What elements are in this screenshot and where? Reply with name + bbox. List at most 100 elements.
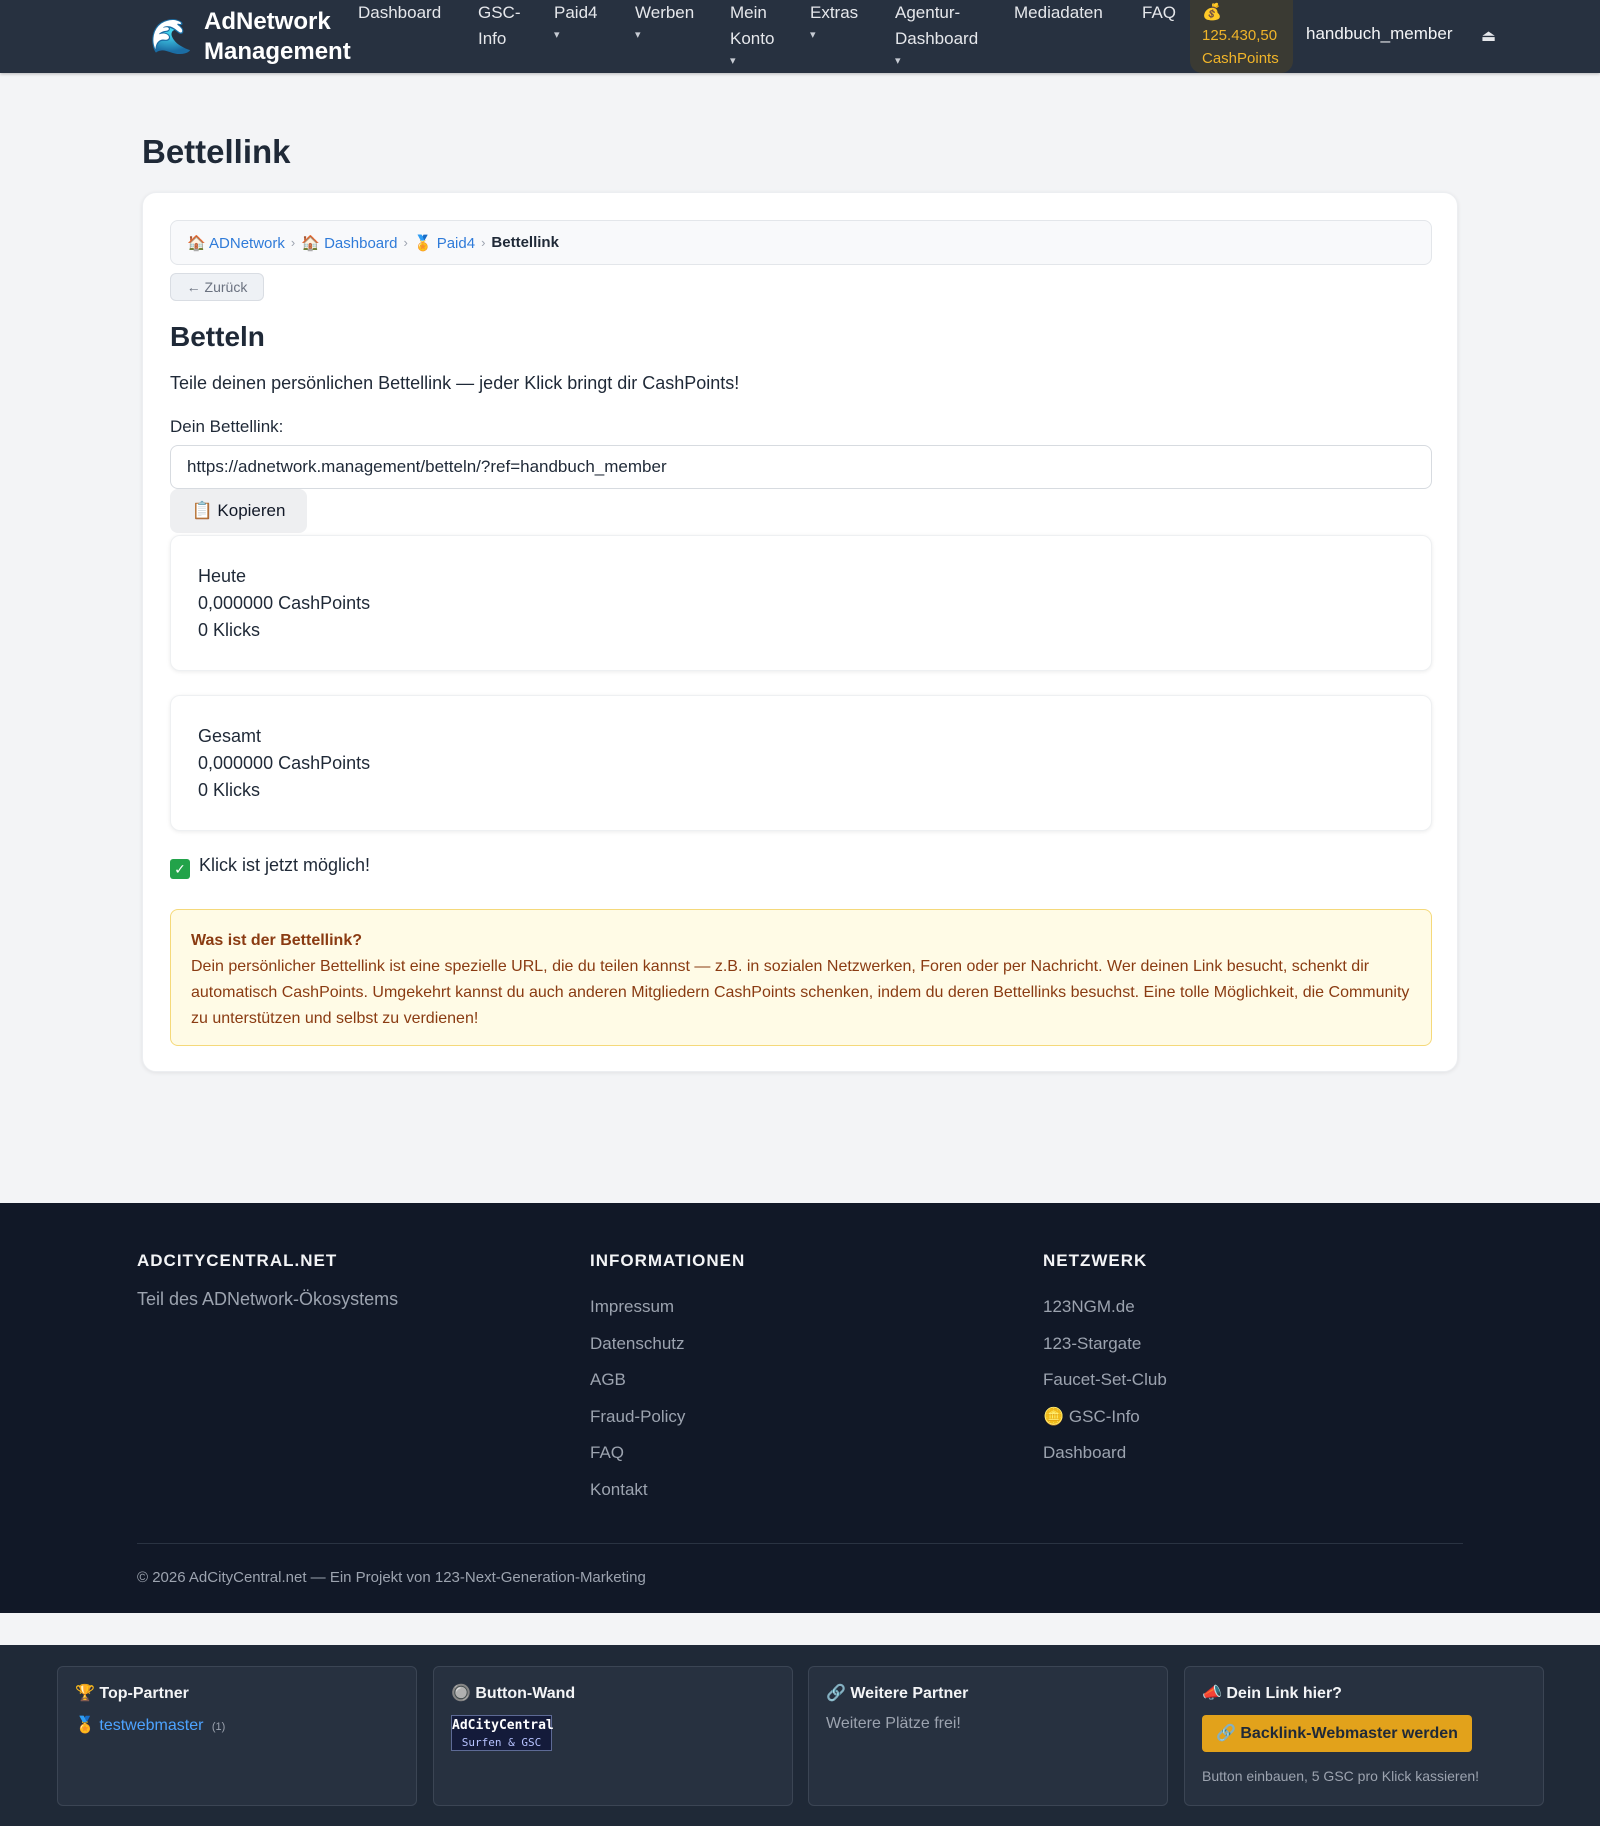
money-bag-icon: 💰 xyxy=(1202,4,1222,21)
nav-label: Agentur- xyxy=(895,3,961,22)
nav-label-line2: Konto xyxy=(730,29,775,48)
brand-logo[interactable]: 🌊 AdNetwork Management xyxy=(150,6,364,68)
stats-label: Gesamt xyxy=(198,726,262,746)
footer-divider xyxy=(137,1543,1463,1544)
logout-icon[interactable]: ⏏ xyxy=(1481,26,1496,46)
nav-gsc-info[interactable]: GSC- Info xyxy=(478,0,521,52)
medal-icon: 🏅 xyxy=(413,234,433,252)
breadcrumb-current: Bettellink xyxy=(491,234,559,251)
partner-bar: 🏆 Top-Partner 🏅 testwebmaster (1) 🔘 Butt… xyxy=(0,1645,1600,1826)
stats-clicks: 0 Klicks xyxy=(198,780,261,800)
chevron-down-icon: ▾ xyxy=(895,55,901,67)
nav-mein-konto[interactable]: Mein Konto ▾ xyxy=(730,0,774,68)
info-text: Dein persönlicher Bettellink ist eine sp… xyxy=(191,958,1410,1027)
cashpoints-balance[interactable]: 💰 125.430,50 CashPoints xyxy=(1190,0,1293,73)
your-link-card: 📣 Dein Link hier? 🔗 Backlink-Webmaster w… xyxy=(1184,1666,1544,1806)
user-menu[interactable]: handbuch_member xyxy=(1306,24,1452,44)
page-title: Bettellink xyxy=(142,133,291,170)
breadcrumb-separator: › xyxy=(403,235,408,250)
nav-label: FAQ xyxy=(1142,3,1177,22)
more-partners-card: 🔗 Weitere Partner Weitere Plätze frei! xyxy=(808,1666,1168,1806)
footer-link-faq[interactable]: FAQ xyxy=(590,1435,745,1472)
breadcrumb-paid4[interactable]: 🏅 Paid4 xyxy=(414,234,475,252)
footer-link-gsc-info[interactable]: 🪙 GSC-Info xyxy=(1043,1399,1167,1436)
footer-tagline: Teil des ADNetwork-Ökosystems xyxy=(137,1289,399,1309)
banner-line-2: Surfen & GSC xyxy=(461,1736,542,1749)
click-status: ✓ Klick ist jetzt möglich! xyxy=(170,855,370,879)
footer-heading: ADCITYCENTRAL.NET xyxy=(137,1251,338,1270)
footer-link-fraud-policy[interactable]: Fraud-Policy xyxy=(590,1399,745,1436)
nav-label: Werben xyxy=(635,3,695,22)
footer-col-info: INFORMATIONEN Impressum Datenschutz AGB … xyxy=(590,1251,745,1509)
footer-link-datenschutz[interactable]: Datenschutz xyxy=(590,1326,745,1363)
site-footer: ADCITYCENTRAL.NET Teil des ADNetwork-Öko… xyxy=(0,1203,1600,1613)
backlink-webmaster-button[interactable]: 🔗 Backlink-Webmaster werden xyxy=(1202,1715,1472,1752)
check-icon: ✓ xyxy=(170,859,190,879)
chevron-down-icon: ▾ xyxy=(810,29,816,41)
top-partner-count: (1) xyxy=(211,1721,226,1733)
nav-mediadaten[interactable]: Mediadaten xyxy=(1014,0,1103,26)
medal-icon: 🏅 xyxy=(75,1717,95,1734)
breadcrumb-label: Dashboard xyxy=(324,234,398,252)
stats-points: 0,000000 CashPoints xyxy=(198,593,371,613)
nav-extras[interactable]: Extras ▾ xyxy=(810,0,858,42)
footer-link-stargate[interactable]: 123-Stargate xyxy=(1043,1326,1167,1363)
breadcrumb-dashboard[interactable]: 🏠 Dashboard xyxy=(301,234,397,252)
bettellink-input[interactable] xyxy=(170,445,1432,489)
footer-link-agb[interactable]: AGB xyxy=(590,1362,745,1399)
brand-line-2: Management xyxy=(204,38,351,65)
footer-col-about: ADCITYCENTRAL.NET Teil des ADNetwork-Öko… xyxy=(137,1251,398,1310)
button-wall-card: 🔘 Button-Wand AdCityCentral Surfen & GSC xyxy=(433,1666,793,1806)
nav-label-line2: Dashboard xyxy=(895,29,979,48)
breadcrumb-label: Paid4 xyxy=(436,234,476,252)
more-partners-title: 🔗 Weitere Partner xyxy=(826,1685,969,1702)
footer-heading: NETZWERK xyxy=(1043,1251,1148,1270)
footer-link-123ngm[interactable]: 123NGM.de xyxy=(1043,1289,1167,1326)
banner-line-1: AdCityCentral xyxy=(452,1718,554,1733)
house-icon: 🏠 xyxy=(187,234,206,252)
top-partner-entry: 🏅 testwebmaster (1) xyxy=(75,1715,399,1735)
top-partner-link[interactable]: testwebmaster xyxy=(99,1717,203,1734)
chevron-down-icon: ▾ xyxy=(635,29,641,41)
section-title: Betteln xyxy=(170,321,265,352)
breadcrumb-adnetwork[interactable]: 🏠 ADNetwork xyxy=(187,234,285,252)
nav-faq[interactable]: FAQ xyxy=(1142,0,1176,26)
back-button[interactable]: ← Zurück xyxy=(170,273,264,301)
footer-link-dashboard[interactable]: Dashboard xyxy=(1043,1435,1167,1472)
nav-werben[interactable]: Werben ▾ xyxy=(635,0,694,42)
nav-label-line2: Info xyxy=(478,29,507,48)
footer-link-impressum[interactable]: Impressum xyxy=(590,1289,745,1326)
intro-text: Teile deinen persönlichen Bettellink — j… xyxy=(170,373,740,393)
top-navbar: 🌊 AdNetwork Management Dashboard GSC- In… xyxy=(0,0,1600,73)
nav-label: GSC- xyxy=(478,3,521,22)
nav-agentur-dashboard[interactable]: Agentur- Dashboard ▾ xyxy=(895,0,978,68)
stats-today: Heute 0,000000 CashPoints 0 Klicks xyxy=(170,535,1432,671)
adcitycentral-banner[interactable]: AdCityCentral Surfen & GSC xyxy=(451,1715,554,1751)
footer-col-network: NETZWERK 123NGM.de 123-Stargate Faucet-S… xyxy=(1043,1251,1167,1472)
top-partner-card: 🏆 Top-Partner 🏅 testwebmaster (1) xyxy=(57,1666,417,1806)
footer-link-faucet-set-club[interactable]: Faucet-Set-Club xyxy=(1043,1362,1167,1399)
status-text: Klick ist jetzt möglich! xyxy=(199,855,371,875)
nav-label: Dashboard xyxy=(358,3,442,22)
chevron-down-icon: ▾ xyxy=(730,55,736,67)
breadcrumb-separator: › xyxy=(290,235,296,250)
bettellink-card: 🏠 ADNetwork › 🏠 Dashboard › 🏅 Paid4 › Be… xyxy=(142,192,1458,1072)
stats-label: Heute xyxy=(198,566,247,586)
nav-paid4[interactable]: Paid4 ▾ xyxy=(554,0,597,42)
your-link-text: Button einbauen, 5 GSC pro Klick kassier… xyxy=(1202,1768,1480,1784)
copy-button[interactable]: 📋 Kopieren xyxy=(170,489,307,533)
nav-label: Extras xyxy=(810,3,859,22)
more-partners-text: Weitere Plätze frei! xyxy=(826,1715,961,1732)
footer-copyright: © 2026 AdCityCentral.net — Ein Projekt v… xyxy=(137,1569,646,1586)
stats-total: Gesamt 0,000000 CashPoints 0 Klicks xyxy=(170,695,1432,831)
breadcrumb-separator: › xyxy=(481,235,486,250)
cashpoints-unit: CashPoints xyxy=(1202,50,1279,67)
nav-dashboard[interactable]: Dashboard xyxy=(358,0,441,26)
stats-clicks: 0 Klicks xyxy=(198,620,261,640)
bettellink-label: Dein Bettellink: xyxy=(170,417,284,436)
footer-link-kontakt[interactable]: Kontakt xyxy=(590,1472,745,1509)
chevron-down-icon: ▾ xyxy=(554,29,560,41)
stats-points: 0,000000 CashPoints xyxy=(198,753,371,773)
nav-label: Mein xyxy=(730,3,767,22)
breadcrumb: 🏠 ADNetwork › 🏠 Dashboard › 🏅 Paid4 › Be… xyxy=(170,220,1432,265)
